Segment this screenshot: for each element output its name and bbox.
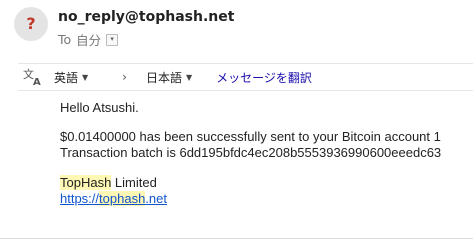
caret-down-icon: ▼ — [186, 72, 193, 82]
chevron-down-icon: ▾ — [110, 35, 114, 43]
recipient-details-dropdown[interactable]: ▾ — [106, 33, 119, 46]
message-body: Hello Atsushi. $0.01400000 has been succ… — [60, 100, 441, 207]
recipient-name: 自分 — [76, 33, 102, 48]
translate-message-link[interactable]: メッセージを翻訳 — [216, 69, 312, 86]
company-suffix: Limited — [111, 175, 157, 190]
signature-link-row: https://tophash.net — [60, 191, 441, 207]
question-mark-icon: ? — [26, 14, 36, 33]
target-language-label: 日本語 — [145, 70, 182, 85]
target-language-select[interactable]: 日本語 ▼ — [146, 69, 192, 86]
svg-text:A: A — [33, 77, 41, 87]
sender-address[interactable]: no_reply@tophash.net — [58, 9, 234, 25]
greeting: Hello Atsushi. — [60, 100, 139, 115]
translate-icon: 文 A — [23, 67, 41, 87]
transaction-line: Transaction batch is 6dd195bfdc4ec208b55… — [60, 145, 442, 160]
caret-down-icon: ▼ — [82, 72, 89, 82]
email-view: ? no_reply@tophash.net To 自分 ▾ 文 A 英語 ▼ … — [0, 0, 473, 241]
signature-company: TopHash Limited — [60, 175, 441, 191]
payment-line: $0.01400000 has been successfully sent t… — [60, 129, 441, 144]
translate-bar: 文 A 英語 ▼ › 日本語 ▼ メッセージを翻訳 — [18, 63, 473, 91]
highlighted-company-name: TopHash — [60, 175, 112, 190]
recipient-line: To 自分 ▾ — [58, 30, 119, 49]
source-language-label: 英語 — [54, 70, 79, 85]
company-website-link[interactable]: https://tophash.net — [60, 191, 167, 206]
divider — [0, 238, 473, 239]
sender-avatar[interactable]: ? — [14, 7, 48, 41]
chevron-right-icon: › — [122, 70, 127, 84]
source-language-select[interactable]: 英語 ▼ — [54, 69, 88, 86]
to-label: To — [58, 32, 72, 47]
